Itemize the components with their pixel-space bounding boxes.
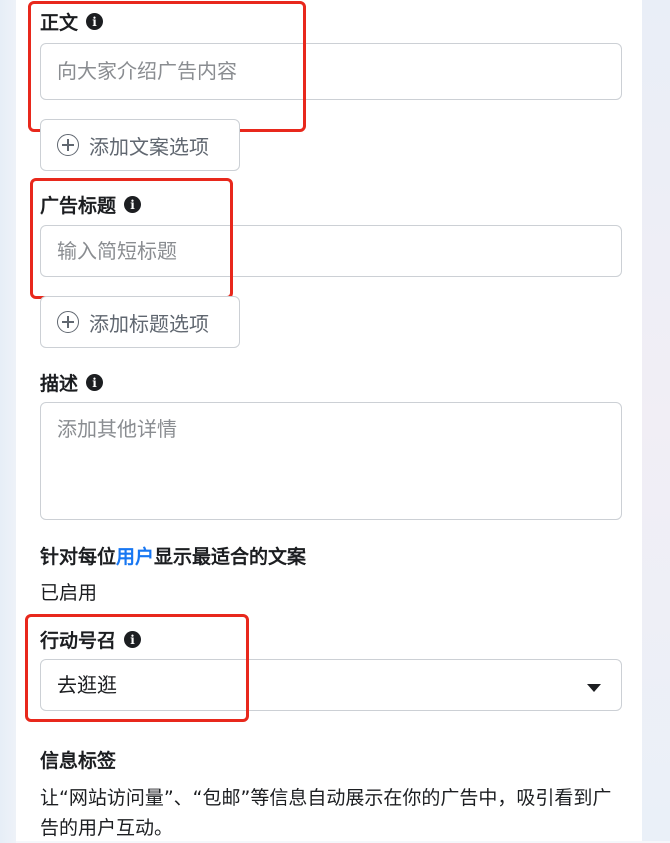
description-textarea[interactable]: 添加其他详情	[40, 402, 622, 520]
description-label: 描述 i	[40, 369, 104, 396]
description-label-text: 描述	[40, 373, 79, 395]
add-body-text-option-label: 添加文案选项	[89, 134, 209, 159]
page-background	[642, 0, 670, 841]
optimize-title-prefix: 针对每位	[40, 546, 117, 568]
add-body-text-option-button[interactable]: 添加文案选项	[40, 119, 240, 171]
optimize-title-suffix: 显示最适合的文案	[154, 546, 307, 568]
info-labels-title: 信息标签	[40, 750, 117, 772]
plus-circle-icon	[57, 134, 79, 156]
optimize-title-link[interactable]: 用户	[116, 546, 154, 568]
info-icon[interactable]: i	[86, 374, 104, 391]
add-headline-option-label: 添加标题选项	[89, 311, 209, 336]
caret-down-icon	[587, 684, 601, 692]
highlight-box-cta	[25, 614, 249, 722]
highlight-box-headline	[30, 178, 233, 299]
highlight-box-body-text	[28, 1, 306, 132]
add-headline-option-button[interactable]: 添加标题选项	[40, 296, 240, 348]
info-labels-description: 让“网站访问量”、“包邮”等信息自动展示在你的广告中，吸引看到广告的用户互动。	[40, 787, 612, 839]
description-placeholder: 添加其他详情	[57, 417, 177, 441]
plus-circle-icon	[57, 311, 79, 333]
optimize-text-title: 针对每位用户显示最适合的文案	[40, 542, 306, 569]
optimize-status: 已启用	[40, 582, 98, 604]
